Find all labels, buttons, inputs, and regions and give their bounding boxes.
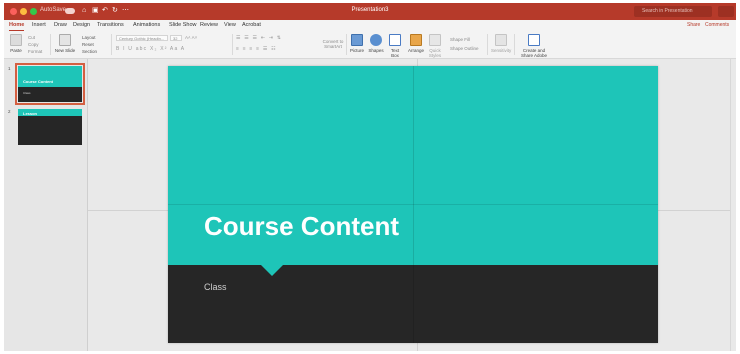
picture-label: Picture xyxy=(350,48,365,53)
slide-thumbnail-pane: 1 Course Content Class 2 Lesson xyxy=(4,59,88,351)
slide-number: 2 xyxy=(8,109,11,114)
text-box-button[interactable]: Text Box xyxy=(388,34,402,58)
slide-notch-shape xyxy=(260,264,284,276)
convert-to-smartart-button[interactable]: Convert to SmartArt xyxy=(322,39,344,49)
picture-icon xyxy=(351,34,363,46)
thumbnail-subtitle: Class xyxy=(23,91,31,95)
paste-label: Paste xyxy=(10,48,22,53)
right-pane-edge xyxy=(730,59,736,351)
sensitivity-icon xyxy=(495,34,507,46)
font-name-value: Century Gothic (Headin... xyxy=(119,36,165,41)
text-box-label: Text Box xyxy=(390,48,400,58)
copy-button[interactable]: Copy xyxy=(28,42,39,47)
account-icon[interactable] xyxy=(718,6,734,17)
font-name-select[interactable]: Century Gothic (Headin... xyxy=(116,35,168,41)
slide-subtitle[interactable]: Class xyxy=(204,282,227,292)
thumbnail-title: Course Content xyxy=(23,79,53,84)
quick-styles-label: Quick Styles xyxy=(428,48,442,58)
thumbnail-title: Lesson xyxy=(23,111,38,116)
quick-styles-icon xyxy=(429,34,441,46)
shapes-button[interactable]: Shapes xyxy=(368,34,384,53)
font-format-row[interactable]: B I U abc X₂ X² Aa A xyxy=(116,46,185,52)
quick-styles-button[interactable]: Quick Styles xyxy=(428,34,442,58)
shapes-label: Shapes xyxy=(368,48,384,53)
font-size-value: 32 xyxy=(173,36,178,41)
section-button[interactable]: Section xyxy=(82,49,97,54)
slide-thumbnail-1[interactable]: Course Content Class xyxy=(15,63,85,105)
current-slide[interactable]: Course Content Class xyxy=(168,66,658,343)
sensitivity-button[interactable]: Sensitivity xyxy=(491,34,511,53)
slide-horizontal-guide xyxy=(168,204,658,205)
font-size-select[interactable]: 32 xyxy=(170,35,182,41)
arrange-button[interactable]: Arrange xyxy=(408,34,424,53)
ribbon-divider xyxy=(50,34,51,55)
shape-fill-button[interactable]: Shape Fill xyxy=(450,37,470,42)
slide-thumbnail-2[interactable]: Lesson xyxy=(18,109,82,145)
slide-canvas[interactable]: Course Content Class xyxy=(88,59,736,351)
ribbon-divider xyxy=(487,34,488,55)
tab-draw[interactable]: Draw xyxy=(54,22,67,28)
new-slide-button[interactable]: New Slide xyxy=(54,34,76,53)
slide-number: 1 xyxy=(8,66,11,71)
ribbon-divider xyxy=(111,34,112,55)
tab-transitions[interactable]: Transitions xyxy=(97,22,124,28)
share-button[interactable]: Share xyxy=(687,22,700,28)
align-row[interactable]: ≡ ≡ ≡ ≡ ☰ ☷ xyxy=(236,46,277,52)
tab-review[interactable]: Review xyxy=(200,22,218,28)
format-painter-button[interactable]: Format xyxy=(28,49,42,54)
tab-acrobat[interactable]: Acrobat xyxy=(242,22,261,28)
picture-button[interactable]: Picture xyxy=(350,34,364,53)
shape-outline-button[interactable]: Shape Outline xyxy=(450,46,479,51)
ribbon-tabs: Home Insert Draw Design Transitions Anim… xyxy=(4,20,736,31)
ribbon-divider xyxy=(514,34,515,55)
powerpoint-window: AutoSave ⌂ ▣ ↶ ↻ ⋯ Presentation3 Search … xyxy=(4,3,736,351)
arrange-label: Arrange xyxy=(408,48,425,53)
search-input[interactable]: Search in Presentation xyxy=(634,6,712,17)
pdf-icon xyxy=(528,34,540,46)
document-title: Presentation3 xyxy=(351,7,389,13)
paste-button[interactable]: Paste xyxy=(8,34,24,53)
new-slide-label: New Slide xyxy=(54,48,76,53)
tab-insert[interactable]: Insert xyxy=(32,22,46,28)
new-slide-icon xyxy=(59,34,71,46)
tab-view[interactable]: View xyxy=(224,22,236,28)
title-bar: AutoSave ⌂ ▣ ↶ ↻ ⋯ Presentation3 Search … xyxy=(4,3,736,20)
thumbnail-dark-band xyxy=(18,116,82,145)
tab-animations[interactable]: Animations xyxy=(133,22,160,28)
ribbon-divider xyxy=(232,34,233,55)
comments-button[interactable]: Comments xyxy=(705,22,729,28)
list-format-row[interactable]: ☰ ☰ ☰ ⇤ ⇥ ⇅ xyxy=(236,35,282,41)
reset-button[interactable]: Reset xyxy=(82,42,94,47)
ribbon-divider xyxy=(346,34,347,55)
arrange-icon xyxy=(410,34,422,46)
tab-slide-show[interactable]: Slide Show xyxy=(169,22,197,28)
text-box-icon xyxy=(389,34,401,46)
shapes-icon xyxy=(370,34,382,46)
grow-font-icon[interactable]: A˄ A˅ xyxy=(185,35,197,40)
tab-home[interactable]: Home xyxy=(9,22,25,31)
paste-icon xyxy=(10,34,22,46)
ribbon: Paste Cut Copy Format New Slide Layout R… xyxy=(4,31,736,63)
layout-button[interactable]: Layout xyxy=(82,35,96,40)
tab-design[interactable]: Design xyxy=(73,22,90,28)
sensitivity-label: Sensitivity xyxy=(491,48,512,53)
slide-title[interactable]: Course Content xyxy=(204,211,399,242)
cut-button[interactable]: Cut xyxy=(28,35,35,40)
